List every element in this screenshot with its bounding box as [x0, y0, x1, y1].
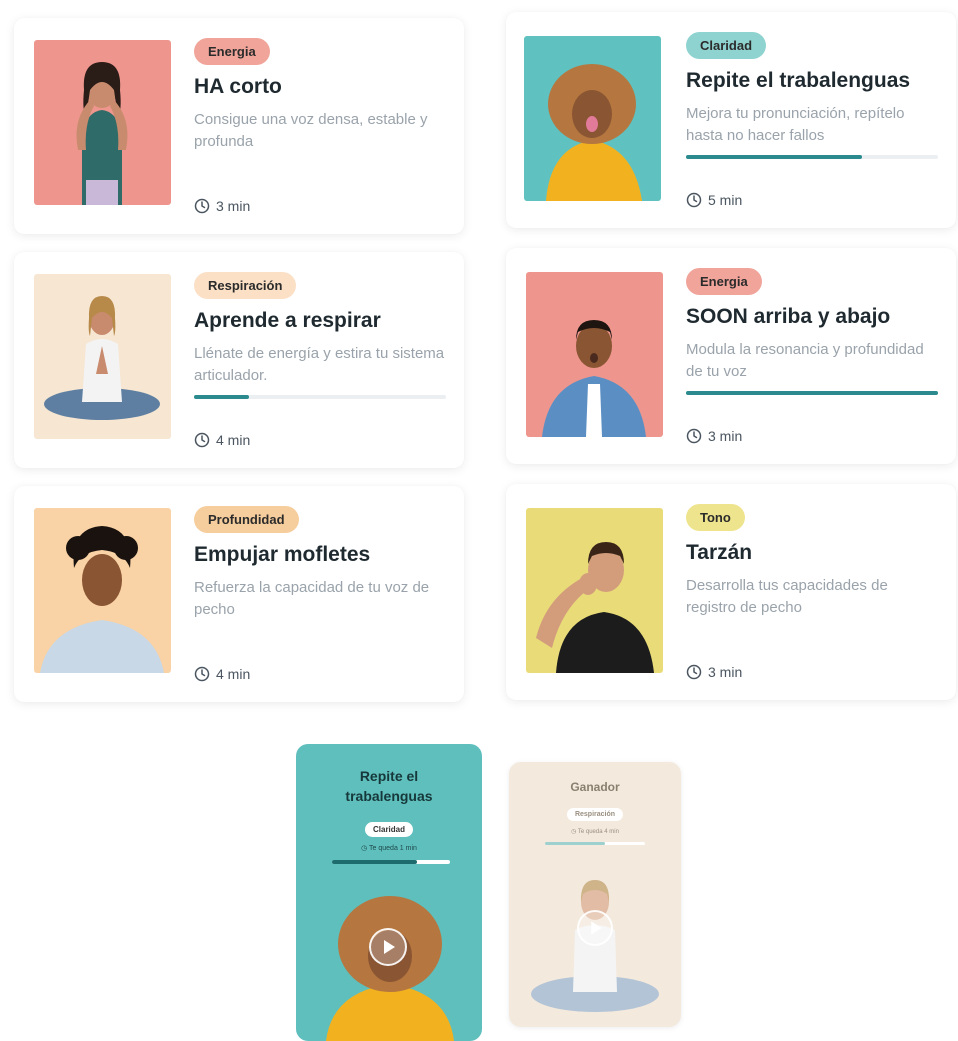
- exercise-title: Empujar mofletes: [194, 543, 371, 566]
- duration-label: 4 min: [216, 432, 251, 448]
- category-tag: Claridad: [686, 32, 767, 59]
- exercise-description: Mejora tu pronunciación, repítelo hasta …: [686, 105, 905, 144]
- clock-icon: [194, 198, 210, 214]
- exercise-card[interactable]: Claridad Repite el trabalenguas Mejora t…: [506, 12, 956, 228]
- progress-bar: [194, 395, 446, 399]
- duration: 3 min: [686, 664, 742, 680]
- play-button[interactable]: [577, 910, 613, 946]
- clock-icon: [194, 666, 210, 682]
- duration: 3 min: [686, 428, 742, 444]
- phone-remaining: ◷ Te queda 1 min: [296, 844, 482, 852]
- clock-icon: ◷: [361, 845, 370, 852]
- category-tag: Tono: [686, 504, 745, 531]
- duration: 4 min: [194, 666, 250, 682]
- exercise-description: Desarrolla tus capacidades de registro d…: [686, 577, 888, 616]
- duration-label: 3 min: [216, 198, 251, 214]
- exercise-photo: [34, 508, 171, 673]
- exercise-photo: [526, 508, 663, 673]
- exercise-card[interactable]: Profundidad Empujar mofletes Refuerza la…: [14, 486, 464, 702]
- phone-remaining-label: Te queda 4 min: [577, 829, 619, 835]
- exercise-description: Refuerza la capacidad de tu voz de pecho: [194, 579, 430, 618]
- category-tag: Energia: [194, 38, 270, 65]
- phone-remaining-label: Te queda 1 min: [369, 845, 417, 852]
- clock-icon: [686, 192, 702, 208]
- exercise-card[interactable]: Energia SOON arriba y abajo Modula la re…: [506, 248, 956, 464]
- progress-fill: [194, 395, 250, 399]
- duration-label: 5 min: [708, 192, 743, 208]
- clock-icon: [194, 432, 210, 448]
- exercise-card[interactable]: Tono Tarzán Desarrolla tus capacidades d…: [506, 484, 956, 700]
- exercise-photo: [34, 274, 171, 439]
- play-button[interactable]: [369, 928, 407, 966]
- category-tag: Respiración: [194, 272, 297, 299]
- progress-bar: [686, 391, 938, 395]
- person-illustration: [524, 36, 661, 201]
- duration-label: 4 min: [216, 666, 251, 682]
- person-illustration: [526, 508, 663, 673]
- play-icon: [384, 940, 395, 954]
- clock-icon: [686, 428, 702, 444]
- category-tag: Profundidad: [194, 506, 299, 533]
- phone-tag: Claridad: [364, 822, 414, 837]
- exercise-card[interactable]: Energia HA corto Consigue una voz densa,…: [14, 18, 464, 234]
- exercise-description: Llénate de energía y estira tu sistema a…: [194, 345, 445, 384]
- exercise-card[interactable]: Respiración Aprende a respirar Llénate d…: [14, 252, 464, 468]
- exercise-title: SOON arriba y abajo: [686, 305, 891, 328]
- phone-tag: Respiración: [566, 808, 624, 821]
- progress-fill: [686, 391, 938, 395]
- exercise-description: Modula la resonancia y profundidad de tu…: [686, 341, 924, 380]
- person-illustration: [526, 272, 663, 437]
- phone-remaining: ◷ Te queda 4 min: [509, 828, 681, 835]
- phone-title: Repite el trabalenguas: [345, 768, 433, 804]
- duration-label: 3 min: [708, 428, 743, 444]
- duration: 5 min: [686, 192, 742, 208]
- phone-preview-ganador[interactable]: Ganador Respiración ◷ Te queda 4 min: [509, 762, 681, 1027]
- exercise-photo: [524, 36, 661, 201]
- clock-icon: [686, 664, 702, 680]
- exercise-title: HA corto: [194, 75, 282, 98]
- person-illustration: [34, 508, 171, 673]
- duration: 3 min: [194, 198, 250, 214]
- exercise-title: Tarzán: [686, 541, 753, 564]
- exercise-photo: [526, 272, 663, 437]
- progress-fill: [686, 155, 863, 159]
- category-tag: Energia: [686, 268, 762, 295]
- progress-bar: [686, 155, 938, 159]
- exercise-photo: [34, 40, 171, 205]
- play-icon: [591, 921, 602, 935]
- phone-title: Ganador: [570, 780, 620, 794]
- person-illustration: [34, 274, 171, 439]
- phone-progress-fill: [545, 842, 605, 845]
- phone-progress-fill: [332, 860, 417, 864]
- exercise-description: Consigue una voz densa, estable y profun…: [194, 111, 428, 150]
- phone-preview-trabalenguas[interactable]: Repite el trabalenguas Claridad ◷ Te que…: [296, 744, 482, 1041]
- clock-icon: ◷: [571, 829, 578, 835]
- duration: 4 min: [194, 432, 250, 448]
- person-illustration: [34, 40, 171, 205]
- duration-label: 3 min: [708, 664, 743, 680]
- exercise-title: Repite el trabalenguas: [686, 69, 911, 92]
- exercise-title: Aprende a respirar: [194, 309, 381, 332]
